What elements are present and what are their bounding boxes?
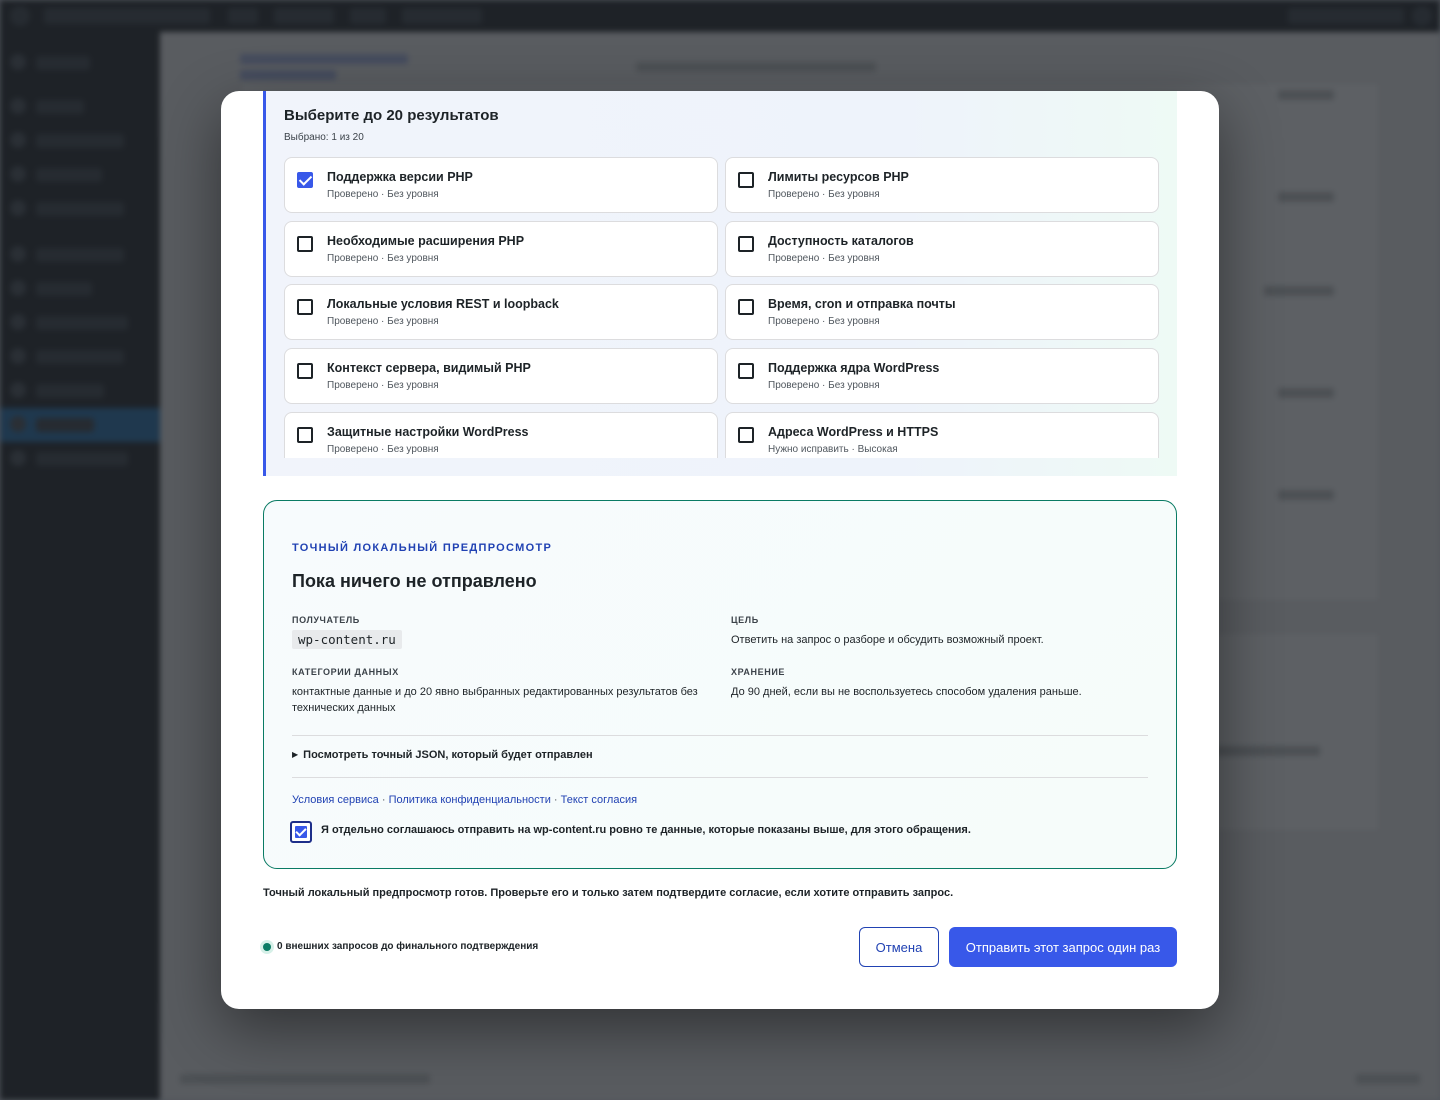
storage-value: До 90 дней, если вы не воспользуетесь сп…: [731, 686, 1082, 698]
results-selection: Выберите до 20 результатов Выбрано: 1 из…: [263, 91, 1177, 476]
json-details-label: Посмотреть точный JSON, который будет от…: [303, 749, 593, 761]
result-checkbox[interactable]: [297, 172, 313, 188]
result-status: Проверено · Без уровня: [768, 253, 880, 264]
result-title: Контекст сервера, видимый PHP: [327, 361, 531, 375]
result-checkbox[interactable]: [297, 236, 313, 252]
result-checkbox[interactable]: [297, 299, 313, 315]
result-card[interactable]: Лимиты ресурсов PHP Проверено · Без уров…: [725, 157, 1159, 213]
result-title: Время, cron и отправка почты: [768, 297, 956, 311]
consent-checkbox[interactable]: [290, 821, 312, 843]
result-checkbox[interactable]: [738, 363, 754, 379]
result-status: Нужно исправить · Высокая: [768, 444, 898, 455]
result-title: Локальные условия REST и loopback: [327, 297, 559, 311]
storage-label: ХРАНЕНИЕ: [731, 667, 785, 677]
result-status: Проверено · Без уровня: [327, 380, 439, 391]
result-card[interactable]: Поддержка версии PHP Проверено · Без уро…: [284, 157, 718, 213]
result-title: Защитные настройки WordPress: [327, 425, 529, 439]
result-status: Проверено · Без уровня: [768, 316, 880, 327]
external-requests-status: 0 внешних запросов до финального подтвер…: [277, 941, 539, 952]
divider: [292, 777, 1148, 778]
result-status: Проверено · Без уровня: [327, 444, 439, 455]
result-title: Адреса WordPress и HTTPS: [768, 425, 939, 439]
cancel-button[interactable]: Отмена: [859, 927, 939, 967]
preview-eyebrow: ТОЧНЫЙ ЛОКАЛЬНЫЙ ПРЕДПРОСМОТР: [292, 542, 553, 554]
consent-label: Я отдельно соглашаюсь отправить на wp-co…: [321, 824, 971, 836]
ready-message: Точный локальный предпросмотр готов. Про…: [263, 887, 954, 899]
purpose-label: ЦЕЛЬ: [731, 615, 759, 625]
result-checkbox[interactable]: [297, 427, 313, 443]
purpose-value: Ответить на запрос о разборе и обсудить …: [731, 634, 1044, 646]
result-card[interactable]: Локальные условия REST и loopback Провер…: [284, 284, 718, 340]
result-card[interactable]: Необходимые расширения PHP Проверено · Б…: [284, 221, 718, 277]
result-title: Необходимые расширения PHP: [327, 234, 525, 248]
results-grid[interactable]: Поддержка версии PHP Проверено · Без уро…: [284, 157, 1160, 458]
recipient-value: wp-content.ru: [292, 630, 402, 649]
send-request-modal: Выберите до 20 результатов Выбрано: 1 из…: [221, 91, 1219, 1009]
result-title: Поддержка версии PHP: [327, 170, 473, 184]
link-separator: ·: [381, 794, 386, 806]
result-checkbox[interactable]: [297, 363, 313, 379]
terms-link[interactable]: Условия сервиса: [292, 794, 379, 806]
result-title: Доступность каталогов: [768, 234, 914, 248]
categories-value: контактные данные и до 20 явно выбранных…: [292, 686, 698, 714]
result-card[interactable]: Поддержка ядра WordPress Проверено · Без…: [725, 348, 1159, 404]
result-status: Проверено · Без уровня: [327, 253, 439, 264]
result-status: Проверено · Без уровня: [768, 380, 880, 391]
result-card[interactable]: Контекст сервера, видимый PHP Проверено …: [284, 348, 718, 404]
local-preview-panel: ТОЧНЫЙ ЛОКАЛЬНЫЙ ПРЕДПРОСМОТР Пока ничег…: [263, 500, 1177, 869]
link-separator: ·: [553, 794, 558, 806]
json-details-toggle[interactable]: ▶ Посмотреть точный JSON, который будет о…: [292, 749, 593, 761]
status-dot-icon: [263, 943, 271, 951]
result-status: Проверено · Без уровня: [768, 189, 880, 200]
preview-title: Пока ничего не отправлено: [292, 571, 537, 591]
disclosure-triangle-icon: ▶: [292, 750, 299, 759]
results-count: Выбрано: 1 из 20: [284, 132, 364, 143]
recipient-label: ПОЛУЧАТЕЛЬ: [292, 615, 360, 625]
result-card[interactable]: Время, cron и отправка почты Проверено ·…: [725, 284, 1159, 340]
checkmark-icon: [295, 826, 307, 838]
result-title: Поддержка ядра WordPress: [768, 361, 940, 375]
consent-text-link[interactable]: Текст согласия: [561, 794, 637, 806]
result-checkbox[interactable]: [738, 236, 754, 252]
result-status: Проверено · Без уровня: [327, 316, 439, 327]
categories-label: КАТЕГОРИИ ДАННЫХ: [292, 667, 399, 677]
results-title: Выберите до 20 результатов: [284, 107, 499, 124]
divider: [292, 735, 1148, 736]
result-card[interactable]: Доступность каталогов Проверено · Без ур…: [725, 221, 1159, 277]
legal-links: Условия сервиса · Политика конфиденциаль…: [292, 794, 637, 806]
result-checkbox[interactable]: [738, 172, 754, 188]
result-checkbox[interactable]: [738, 427, 754, 443]
result-status: Проверено · Без уровня: [327, 189, 439, 200]
result-card[interactable]: Защитные настройки WordPress Проверено ·…: [284, 412, 718, 458]
send-request-button[interactable]: Отправить этот запрос один раз: [949, 927, 1177, 967]
privacy-link[interactable]: Политика конфиденциальности: [389, 794, 551, 806]
result-checkbox[interactable]: [738, 299, 754, 315]
result-card[interactable]: Адреса WordPress и HTTPS Нужно исправить…: [725, 412, 1159, 458]
result-title: Лимиты ресурсов PHP: [768, 170, 909, 184]
